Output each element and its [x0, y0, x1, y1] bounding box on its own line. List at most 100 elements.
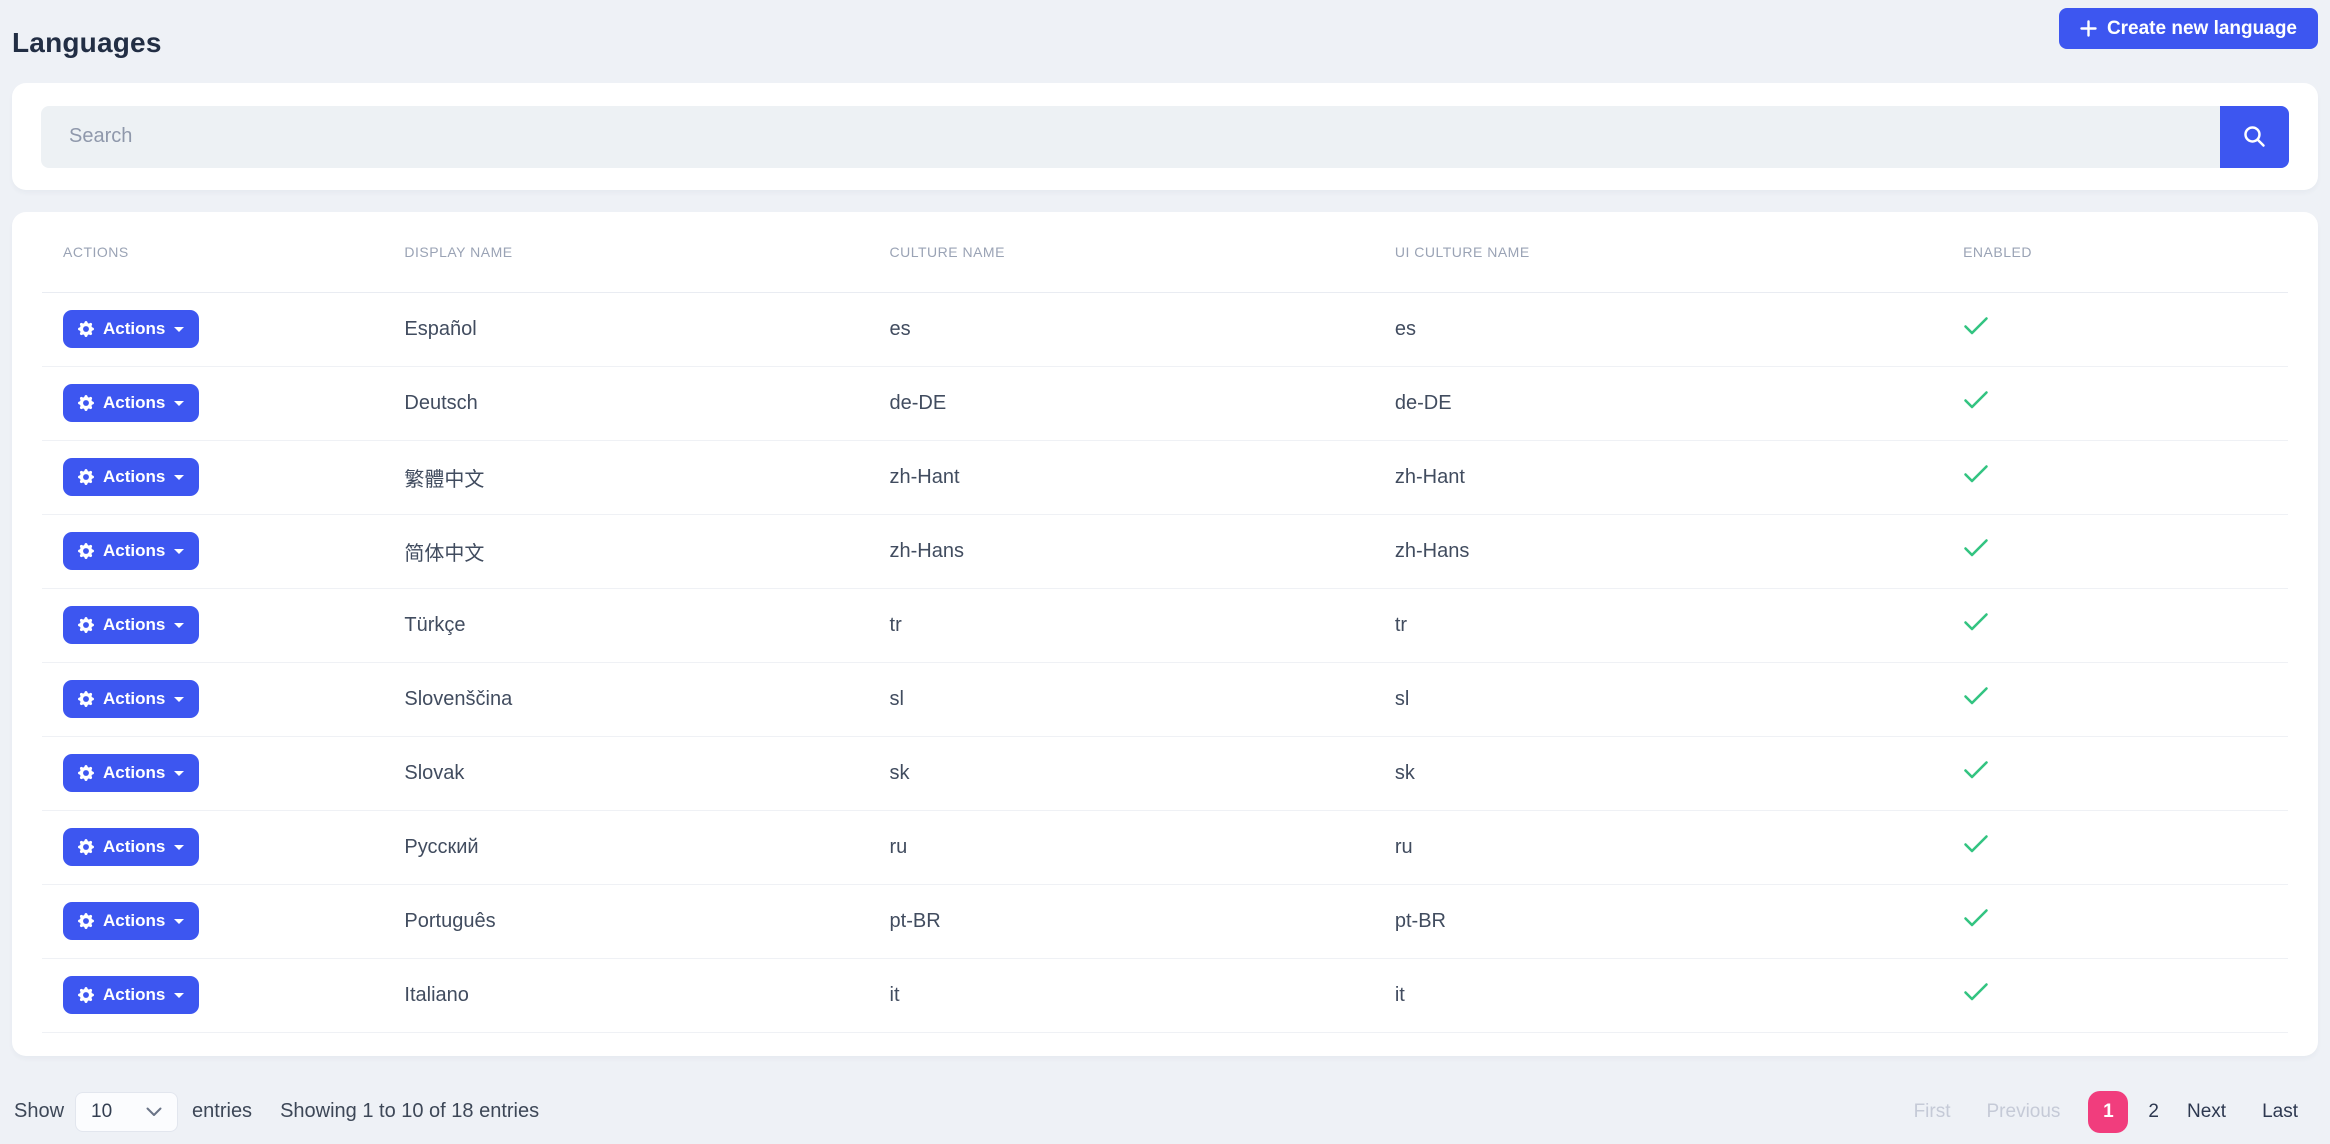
ui-culture-name-cell: tr [1374, 588, 1942, 662]
enabled-check-icon [1963, 982, 1989, 1002]
enabled-check-icon [1963, 834, 1989, 854]
enabled-cell [1942, 736, 2288, 810]
row-actions-button[interactable]: Actions [63, 532, 199, 570]
row-actions-label: Actions [103, 467, 165, 487]
enabled-cell [1942, 514, 2288, 588]
search-icon [2241, 123, 2268, 150]
enabled-check-icon [1963, 390, 1989, 410]
enabled-check-icon [1963, 612, 1989, 632]
row-actions-button[interactable]: Actions [63, 754, 199, 792]
actions-cell: Actions [42, 366, 383, 440]
enabled-cell [1942, 884, 2288, 958]
caret-down-icon [174, 697, 184, 702]
enabled-cell [1942, 440, 2288, 514]
languages-page: Languages Create new language [0, 0, 2330, 1134]
page-size-controls: Show 10 entries Showing 1 to 10 of 18 en… [14, 1092, 539, 1132]
culture-name-cell: de-DE [869, 366, 1374, 440]
culture-name-cell: zh-Hant [869, 440, 1374, 514]
gear-icon [78, 543, 94, 559]
pagination-first[interactable]: First [1896, 1101, 1969, 1123]
table-footer: Show 10 entries Showing 1 to 10 of 18 en… [12, 1090, 2318, 1134]
search-button[interactable] [2220, 106, 2289, 168]
pagination-last[interactable]: Last [2244, 1101, 2316, 1123]
display-name-cell: Italiano [383, 958, 868, 1032]
ui-culture-name-cell: de-DE [1374, 366, 1942, 440]
caret-down-icon [174, 771, 184, 776]
display-name-cell: Slovak [383, 736, 868, 810]
ui-culture-name-cell: zh-Hans [1374, 514, 1942, 588]
row-actions-button[interactable]: Actions [63, 680, 199, 718]
table-row: Actions Türkçe tr tr [42, 588, 2288, 662]
column-header-enabled: ENABLED [1942, 212, 2288, 292]
row-actions-button[interactable]: Actions [63, 384, 199, 422]
culture-name-cell: zh-Hans [869, 514, 1374, 588]
row-actions-button[interactable]: Actions [63, 828, 199, 866]
caret-down-icon [174, 623, 184, 628]
row-actions-label: Actions [103, 837, 165, 857]
caret-down-icon [174, 475, 184, 480]
row-actions-label: Actions [103, 615, 165, 635]
caret-down-icon [174, 919, 184, 924]
plus-icon [2080, 20, 2097, 37]
gear-icon [78, 691, 94, 707]
row-actions-button[interactable]: Actions [63, 310, 199, 348]
table-header-row: ACTIONS DISPLAY NAME CULTURE NAME UI CUL… [42, 212, 2288, 292]
page-size-value: 10 [91, 1101, 112, 1123]
actions-cell: Actions [42, 736, 383, 810]
row-actions-label: Actions [103, 541, 165, 561]
culture-name-cell: pt-BR [869, 884, 1374, 958]
gear-icon [78, 839, 94, 855]
row-actions-button[interactable]: Actions [63, 976, 199, 1014]
gear-icon [78, 913, 94, 929]
caret-down-icon [174, 401, 184, 406]
display-name-cell: Русский [383, 810, 868, 884]
column-header-culture-name: CULTURE NAME [869, 212, 1374, 292]
actions-cell: Actions [42, 440, 383, 514]
enabled-check-icon [1963, 908, 1989, 928]
page-size-select[interactable]: 10 [75, 1092, 178, 1132]
row-actions-label: Actions [103, 689, 165, 709]
row-actions-button[interactable]: Actions [63, 902, 199, 940]
enabled-check-icon [1963, 538, 1989, 558]
enabled-check-icon [1963, 760, 1989, 780]
pagination-next[interactable]: Next [2169, 1101, 2244, 1123]
caret-down-icon [174, 993, 184, 998]
row-actions-label: Actions [103, 319, 165, 339]
languages-table-card: ACTIONS DISPLAY NAME CULTURE NAME UI CUL… [12, 212, 2318, 1056]
entries-summary: Showing 1 to 10 of 18 entries [280, 1100, 539, 1123]
culture-name-cell: tr [869, 588, 1374, 662]
enabled-cell [1942, 958, 2288, 1032]
table-row: Actions Русский ru ru [42, 810, 2288, 884]
table-body: Actions Español es es Actions [42, 292, 2288, 1032]
enabled-cell [1942, 366, 2288, 440]
enabled-check-icon [1963, 686, 1989, 706]
row-actions-label: Actions [103, 985, 165, 1005]
enabled-check-icon [1963, 316, 1989, 336]
ui-culture-name-cell: pt-BR [1374, 884, 1942, 958]
entries-label: entries [192, 1100, 252, 1123]
search-input[interactable] [41, 106, 2220, 168]
actions-cell: Actions [42, 884, 383, 958]
actions-cell: Actions [42, 958, 383, 1032]
actions-cell: Actions [42, 810, 383, 884]
pagination-page-1[interactable]: 1 [2088, 1091, 2128, 1133]
caret-down-icon [174, 549, 184, 554]
row-actions-button[interactable]: Actions [63, 458, 199, 496]
gear-icon [78, 321, 94, 337]
ui-culture-name-cell: sk [1374, 736, 1942, 810]
row-actions-button[interactable]: Actions [63, 606, 199, 644]
pagination-previous[interactable]: Previous [1969, 1101, 2079, 1123]
show-label: Show [14, 1100, 64, 1123]
culture-name-cell: sl [869, 662, 1374, 736]
create-new-language-label: Create new language [2107, 18, 2297, 40]
display-name-cell: 繁體中文 [383, 440, 868, 514]
column-header-actions: ACTIONS [42, 212, 383, 292]
caret-down-icon [174, 845, 184, 850]
row-actions-label: Actions [103, 763, 165, 783]
table-row: Actions Deutsch de-DE de-DE [42, 366, 2288, 440]
create-new-language-button[interactable]: Create new language [2059, 8, 2318, 49]
display-name-cell: Türkçe [383, 588, 868, 662]
ui-culture-name-cell: zh-Hant [1374, 440, 1942, 514]
caret-down-icon [174, 327, 184, 332]
pagination-page-2[interactable]: 2 [2138, 1101, 2169, 1123]
